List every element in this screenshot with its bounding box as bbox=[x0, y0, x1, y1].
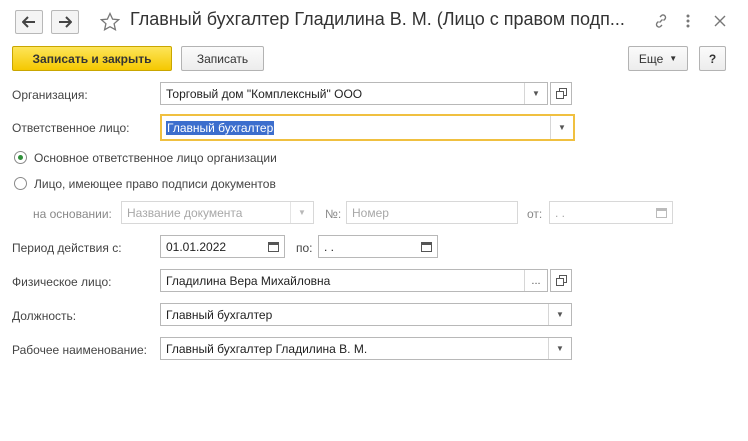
favorite-button[interactable] bbox=[99, 11, 121, 33]
person-label: Физическое лицо: bbox=[12, 275, 112, 289]
period-to-label: по: bbox=[296, 241, 313, 255]
menu-button[interactable] bbox=[677, 10, 699, 32]
forward-button[interactable] bbox=[51, 10, 79, 34]
organization-field[interactable]: Торговый дом "Комплексный" ООО ▼ bbox=[160, 82, 548, 105]
basis-number-placeholder: Номер bbox=[352, 206, 389, 220]
back-button[interactable] bbox=[15, 10, 43, 34]
basis-document-field[interactable]: Название документа ▼ bbox=[121, 201, 314, 224]
period-from-field[interactable]: 01.01.2022 bbox=[160, 235, 285, 258]
position-value: Главный бухгалтер bbox=[166, 308, 273, 322]
open-icon bbox=[555, 275, 567, 286]
position-label: Должность: bbox=[12, 309, 77, 323]
period-label: Период действия с: bbox=[12, 241, 122, 255]
period-to-value: . . bbox=[324, 240, 335, 254]
organization-label: Организация: bbox=[12, 88, 88, 102]
close-icon bbox=[714, 15, 726, 27]
radio-signing-person[interactable] bbox=[14, 177, 27, 190]
save-button[interactable]: Записать bbox=[181, 46, 264, 71]
link-icon bbox=[655, 14, 667, 28]
responsible-label: Ответственное лицо: bbox=[12, 121, 130, 135]
radio-main-label[interactable]: Основное ответственное лицо организации bbox=[34, 151, 277, 165]
save-and-close-button[interactable]: Записать и закрыть bbox=[12, 46, 172, 71]
basis-document-placeholder: Название документа bbox=[127, 206, 243, 220]
radio-signing-label[interactable]: Лицо, имеющее право подписи документов bbox=[34, 177, 276, 191]
responsible-field[interactable]: Главный бухгалтер ▼ bbox=[160, 114, 575, 141]
person-field[interactable]: Гладилина Вера Михайловна ... bbox=[160, 269, 548, 292]
organization-value: Торговый дом "Комплексный" ООО bbox=[166, 87, 363, 101]
work-name-label: Рабочее наименование: bbox=[12, 343, 147, 357]
close-button[interactable] bbox=[709, 10, 731, 32]
radio-main-responsible[interactable] bbox=[14, 151, 27, 164]
star-icon bbox=[100, 12, 120, 31]
chevron-down-icon[interactable]: ▼ bbox=[548, 304, 571, 325]
arrow-left-icon bbox=[22, 16, 35, 28]
responsible-value: Главный бухгалтер bbox=[166, 121, 275, 135]
person-open-button[interactable] bbox=[550, 269, 572, 292]
arrow-right-icon bbox=[59, 16, 72, 28]
select-button[interactable]: ... bbox=[524, 270, 547, 291]
period-to-field[interactable]: . . bbox=[318, 235, 438, 258]
link-button[interactable] bbox=[650, 10, 672, 32]
basis-date-field[interactable]: . . bbox=[549, 201, 673, 224]
position-field[interactable]: Главный бухгалтер ▼ bbox=[160, 303, 572, 326]
more-vertical-icon bbox=[686, 14, 690, 28]
calendar-icon[interactable] bbox=[262, 236, 284, 257]
window-title: Главный бухгалтер Гладилина В. М. (Лицо … bbox=[130, 9, 625, 29]
chevron-down-icon: ▼ bbox=[669, 54, 678, 63]
chevron-down-icon[interactable]: ▼ bbox=[524, 83, 547, 104]
calendar-icon[interactable] bbox=[650, 202, 672, 223]
basis-date-placeholder: . . bbox=[555, 206, 566, 220]
number-label: №: bbox=[325, 207, 342, 221]
chevron-down-icon[interactable]: ▼ bbox=[548, 338, 571, 359]
work-name-value: Главный бухгалтер Гладилина В. М. bbox=[166, 342, 368, 356]
organization-open-button[interactable] bbox=[550, 82, 572, 105]
more-label: Еще bbox=[638, 51, 664, 66]
basis-number-field[interactable]: Номер bbox=[346, 201, 518, 224]
basis-label: на основании: bbox=[33, 207, 112, 221]
chevron-down-icon[interactable]: ▼ bbox=[290, 202, 313, 223]
help-button[interactable]: ? bbox=[699, 46, 726, 71]
date-label: от: bbox=[527, 207, 543, 221]
person-value: Гладилина Вера Михайловна bbox=[166, 274, 331, 288]
open-icon bbox=[555, 88, 567, 99]
more-button[interactable]: Еще ▼ bbox=[628, 46, 688, 71]
work-name-field[interactable]: Главный бухгалтер Гладилина В. М. ▼ bbox=[160, 337, 572, 360]
chevron-down-icon[interactable]: ▼ bbox=[550, 116, 573, 139]
period-from-value: 01.01.2022 bbox=[166, 240, 227, 254]
calendar-icon[interactable] bbox=[415, 236, 437, 257]
